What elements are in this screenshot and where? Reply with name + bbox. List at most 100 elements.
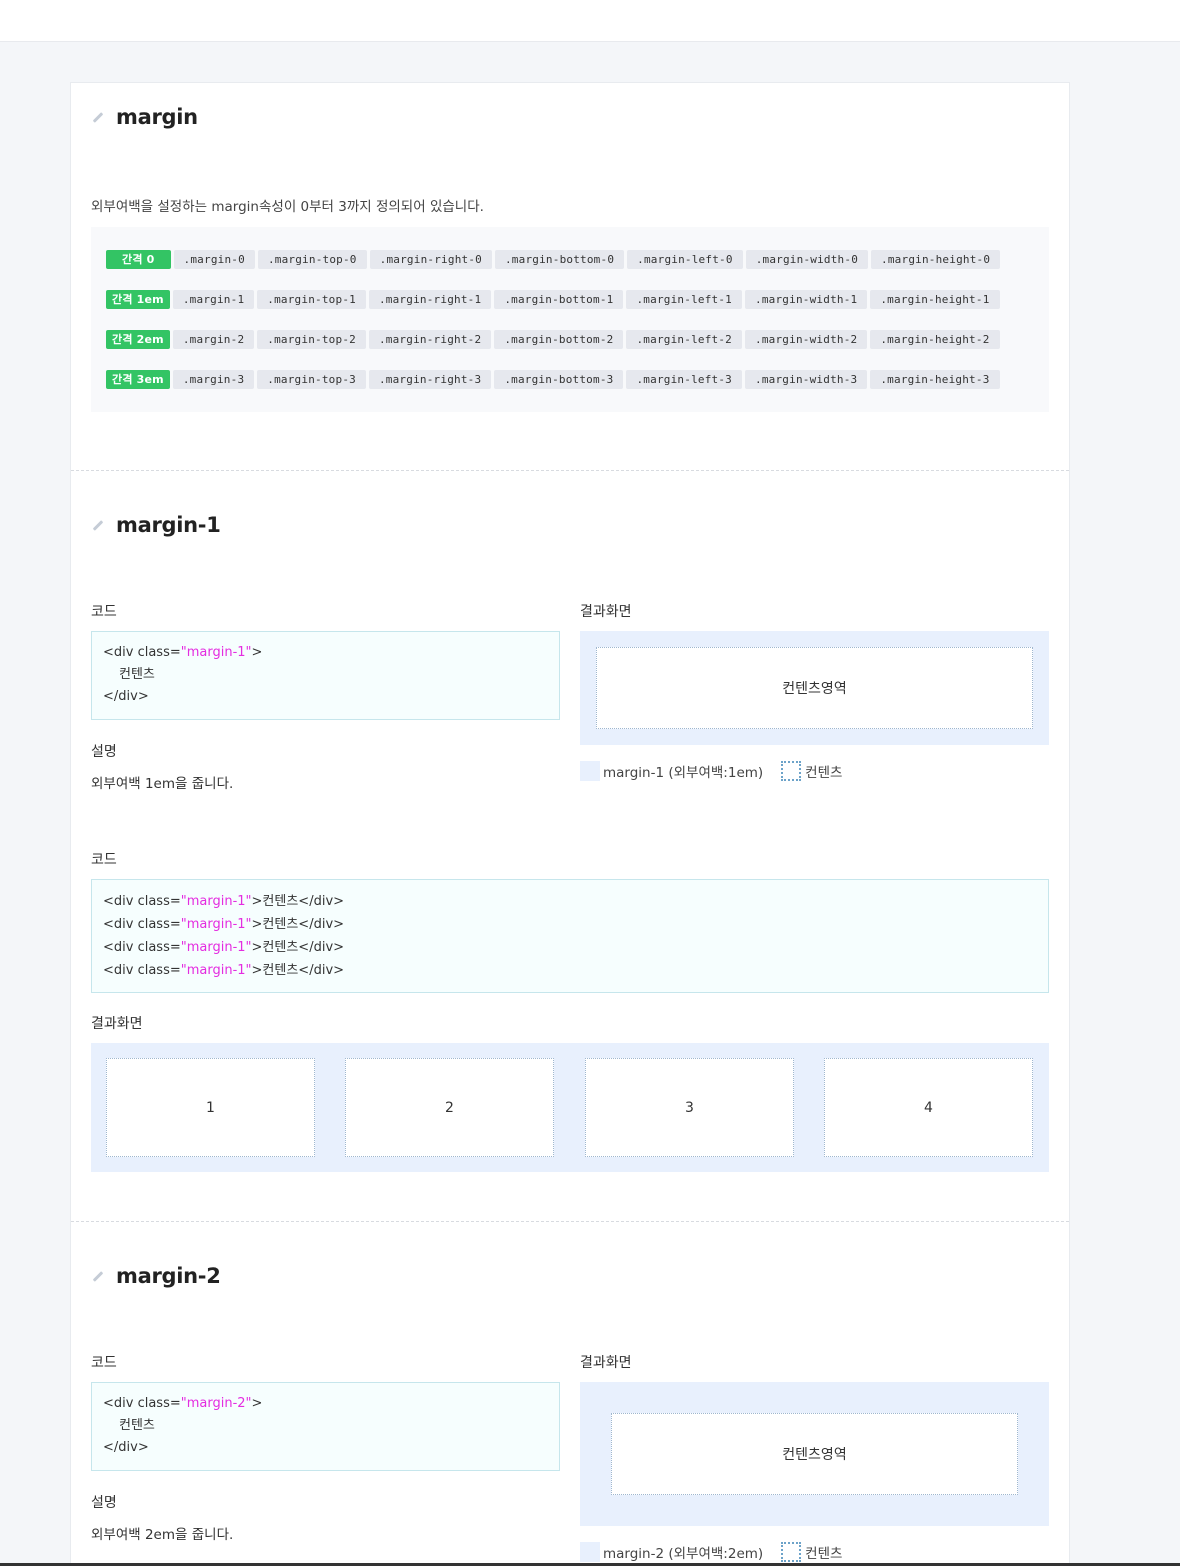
code-attr: "margin-1" xyxy=(180,963,252,978)
explain-text: 외부여백 1em을 줍니다. xyxy=(91,776,234,792)
class-tag: .margin-top-1 xyxy=(257,290,366,309)
code-text: <div class= xyxy=(103,894,181,909)
class-tag: .margin-right-1 xyxy=(368,290,492,309)
content-swatch xyxy=(781,761,802,781)
class-tag: .margin-width-3 xyxy=(745,370,868,389)
class-tag: .margin-height-2 xyxy=(870,330,1000,349)
code-line: <div class="margin-1">컨텐츠</div> xyxy=(103,959,1037,982)
code-text: <div class= xyxy=(103,1396,181,1411)
result-preview: 컨텐츠영역 xyxy=(580,631,1049,745)
content-box-3: 3 xyxy=(585,1058,794,1157)
legend: margin-1 (외부여백:1em) 컨텐츠 xyxy=(580,761,842,781)
spacing-badge: 간격 2em xyxy=(106,330,170,349)
class-tag: .margin-left-1 xyxy=(626,290,743,309)
legend-margin-label: margin-1 (외부여백:1em) xyxy=(603,765,764,781)
code-attr: "margin-1" xyxy=(180,894,252,909)
class-tag: .margin-right-3 xyxy=(368,370,492,389)
class-tag: .margin-width-0 xyxy=(745,250,869,269)
section-title: margin-1 xyxy=(91,513,221,537)
content-box-1: 1 xyxy=(106,1058,315,1157)
section-margin-1: margin-1 코드 <div class="margin-1"> 컨텐츠 <… xyxy=(71,471,1069,1222)
page-title: margin xyxy=(116,105,198,129)
margin-swatch xyxy=(580,761,600,781)
content-area-label: 컨텐츠영역 xyxy=(782,1447,847,1463)
class-row-2: 간격 2em .margin-2 .margin-top-2 .margin-r… xyxy=(106,330,1000,349)
class-tag: .margin-left-2 xyxy=(626,330,743,349)
legend-content-label: 컨텐츠 xyxy=(805,1546,843,1562)
class-tag: .margin-1 xyxy=(172,290,255,309)
code-text: <div class= xyxy=(103,963,181,978)
code-line: <div class="margin-1">컨텐츠</div> xyxy=(103,936,1037,959)
code-text: </div> xyxy=(103,689,149,704)
code-text: >컨텐츠</div> xyxy=(251,963,345,978)
code-text: >컨텐츠</div> xyxy=(251,917,345,932)
code-line: </div> xyxy=(103,686,548,708)
code-text: <div class= xyxy=(103,645,181,660)
content-box-4: 4 xyxy=(824,1058,1033,1157)
explain-label: 설명 xyxy=(91,744,117,760)
content-area: 컨텐츠영역 xyxy=(611,1413,1018,1495)
code-attr: "margin-1" xyxy=(180,917,252,932)
code-text: <div class= xyxy=(103,940,181,955)
class-tag: .margin-width-2 xyxy=(745,330,868,349)
result-label: 결과화면 xyxy=(580,1355,632,1371)
class-tag: .margin-top-2 xyxy=(257,330,366,349)
code-text: >컨텐츠</div> xyxy=(251,894,345,909)
result-label: 결과화면 xyxy=(580,604,632,620)
class-tag: .margin-top-0 xyxy=(257,250,367,269)
code-block: <div class="margin-2"> 컨텐츠 </div> xyxy=(91,1382,560,1471)
class-list-box: 간격 0 .margin-0 .margin-top-0 .margin-rig… xyxy=(91,227,1049,412)
spacing-badge: 간격 0 xyxy=(106,250,171,269)
spacing-badge: 간격 1em xyxy=(106,290,170,309)
result-preview: 컨텐츠영역 xyxy=(580,1382,1049,1526)
box-label: 2 xyxy=(445,1099,454,1116)
class-tag: .margin-top-3 xyxy=(257,370,366,389)
box-label: 1 xyxy=(206,1099,215,1116)
code-block: <div class="margin-1">컨텐츠</div> <div cla… xyxy=(91,879,1049,993)
class-tag: .margin-height-1 xyxy=(870,290,1000,309)
code-text: 컨텐츠 xyxy=(119,667,155,682)
section-description: 외부여백을 설정하는 margin속성이 0부터 3까지 정의되어 있습니다. xyxy=(91,199,484,215)
content-area: 컨텐츠영역 xyxy=(596,647,1033,729)
class-tag: .margin-3 xyxy=(172,370,255,389)
box-label: 4 xyxy=(924,1099,933,1116)
legend-margin-label: margin-2 (외부여백:2em) xyxy=(603,1546,764,1562)
class-tag: .margin-right-2 xyxy=(368,330,492,349)
class-tag: .margin-2 xyxy=(172,330,255,349)
top-header-bar xyxy=(0,0,1180,42)
class-tag: .margin-bottom-1 xyxy=(494,290,624,309)
legend: margin-2 (외부여백:2em) 컨텐츠 xyxy=(580,1542,842,1562)
result-label: 결과화면 xyxy=(91,1016,143,1032)
code-label: 코드 xyxy=(91,604,117,620)
code-line: <div class="margin-1">컨텐츠</div> xyxy=(103,913,1037,936)
pencil-icon xyxy=(91,1270,103,1282)
code-line: 컨텐츠 xyxy=(103,1415,548,1437)
code-text: > xyxy=(251,645,263,660)
class-tag: .margin-bottom-3 xyxy=(494,370,624,389)
code-line: 컨텐츠 xyxy=(103,664,548,686)
code-label: 코드 xyxy=(91,852,117,868)
code-text: </div> xyxy=(103,1440,149,1455)
section-margin: margin 외부여백을 설정하는 margin속성이 0부터 3까지 정의되어… xyxy=(71,83,1069,471)
class-row-1: 간격 1em .margin-1 .margin-top-1 .margin-r… xyxy=(106,290,1000,309)
section-title: margin xyxy=(91,105,198,129)
code-attr: "margin-1" xyxy=(180,940,252,955)
margin-swatch xyxy=(580,1542,600,1562)
class-tag: .margin-right-0 xyxy=(369,250,492,269)
code-block: <div class="margin-1"> 컨텐츠 </div> xyxy=(91,631,560,720)
class-tag: .margin-height-0 xyxy=(871,250,1001,269)
code-attr: "margin-1" xyxy=(180,645,252,660)
legend-content-label: 컨텐츠 xyxy=(805,765,843,781)
class-tag: .margin-left-3 xyxy=(626,370,743,389)
pencil-icon xyxy=(91,519,103,531)
class-tag: .margin-height-3 xyxy=(870,370,1000,389)
explain-label: 설명 xyxy=(91,1495,117,1511)
code-text: >컨텐츠</div> xyxy=(251,940,345,955)
section-margin-2: margin-2 코드 <div class="margin-2"> 컨텐츠 <… xyxy=(71,1222,1069,1566)
content-card: margin 외부여백을 설정하는 margin속성이 0부터 3까지 정의되어… xyxy=(70,82,1070,1566)
code-text: > xyxy=(251,1396,263,1411)
class-tag: .margin-left-0 xyxy=(627,250,743,269)
result-preview: 1 2 3 4 xyxy=(91,1043,1049,1172)
code-line: <div class="margin-1"> xyxy=(103,642,548,664)
class-tag: .margin-bottom-2 xyxy=(494,330,624,349)
